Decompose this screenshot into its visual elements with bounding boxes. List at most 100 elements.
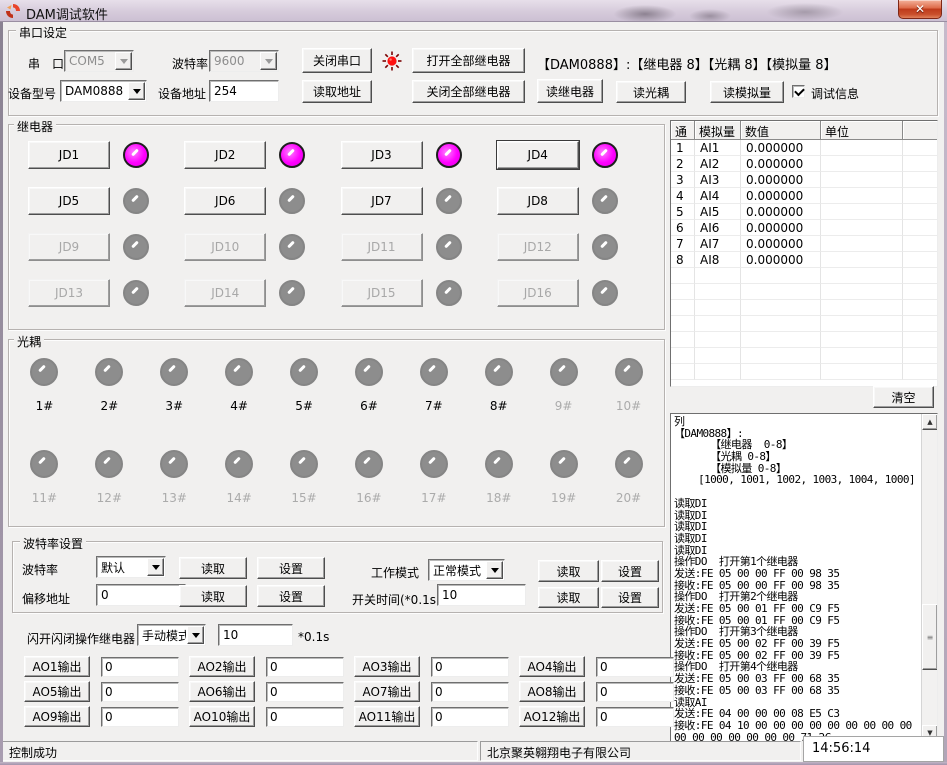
relay-button-jd12[interactable]: JD12 <box>497 233 579 261</box>
relay-button-jd2[interactable]: JD2 <box>184 141 266 169</box>
ao-cell: AO12输出 <box>519 706 674 727</box>
offset-set-button[interactable]: 设置 <box>257 585 325 607</box>
ao-output-button-2[interactable]: AO2输出 <box>189 656 255 677</box>
ao-output-button-12[interactable]: AO12输出 <box>519 706 585 727</box>
ao-output-button-3[interactable]: AO3输出 <box>354 656 420 677</box>
relay-button-jd13[interactable]: JD13 <box>28 279 110 307</box>
baud-value: 9600 <box>210 54 259 68</box>
read-analog-button[interactable]: 读模拟量 <box>710 81 784 103</box>
table-cell <box>695 268 741 284</box>
relay-button-jd15[interactable]: JD15 <box>341 279 423 307</box>
ao-output-input-1[interactable] <box>101 657 179 677</box>
ao-output-button-4[interactable]: AO4输出 <box>519 656 585 677</box>
read-address-button[interactable]: 读取地址 <box>302 80 372 103</box>
table-row: 6AI60.000000 <box>671 220 937 236</box>
relay-button-jd8[interactable]: JD8 <box>497 187 579 215</box>
relay-button-jd11[interactable]: JD11 <box>341 233 423 261</box>
debug-info-checkbox[interactable] <box>792 85 805 98</box>
relay-button-jd7[interactable]: JD7 <box>341 187 423 215</box>
debug-info-label: 调试信息 <box>811 85 859 102</box>
opto-label: 4# <box>230 399 248 413</box>
log-line: 读取DI <box>674 510 919 522</box>
table-cell <box>741 364 821 380</box>
ao-output-input-5[interactable] <box>101 682 179 702</box>
switch-time-set-button[interactable]: 设置 <box>601 587 659 608</box>
switch-time-input[interactable] <box>437 584 526 606</box>
open-all-relays-button[interactable]: 打开全部继电器 <box>412 48 525 73</box>
relay-button-jd1[interactable]: JD1 <box>28 141 110 169</box>
table-row: 2AI20.000000 <box>671 156 937 172</box>
ao-output-input-9[interactable] <box>101 707 179 727</box>
ao-output-input-10[interactable] <box>266 707 344 727</box>
close-button[interactable]: ✕ <box>898 0 942 19</box>
relay-button-jd14[interactable]: JD14 <box>184 279 266 307</box>
opto-label: 5# <box>295 399 313 413</box>
offset-input[interactable] <box>96 584 186 606</box>
relay-button-jd9[interactable]: JD9 <box>28 233 110 261</box>
ao-output-button-11[interactable]: AO11输出 <box>354 706 420 727</box>
ao-output-input-6[interactable] <box>266 682 344 702</box>
ao-cell: AO1输出 <box>24 656 179 677</box>
work-mode-set-button[interactable]: 设置 <box>601 560 659 582</box>
baud-set-button[interactable]: 设置 <box>257 557 325 579</box>
ao-output-input-2[interactable] <box>266 657 344 677</box>
scrollbar-thumb[interactable]: ≡ <box>922 604 938 670</box>
flash-mode-select[interactable]: 手动模式 <box>137 624 206 646</box>
ao-output-input-7[interactable] <box>431 682 509 702</box>
table-cell <box>821 316 903 332</box>
device-address-input[interactable] <box>209 80 279 102</box>
relay-led-off <box>279 234 305 260</box>
read-opto-button[interactable]: 读光耦 <box>616 81 686 103</box>
relay-button-jd4[interactable]: JD4 <box>497 141 579 169</box>
opto-led <box>420 358 448 386</box>
table-cell: 3 <box>671 172 695 188</box>
relay-cell: JD5 <box>28 187 184 215</box>
analog-col-header[interactable]: 模拟量 <box>695 121 741 140</box>
baud-setting-select[interactable]: 默认 <box>96 556 166 578</box>
close-port-button[interactable]: 关闭串口 <box>302 48 372 73</box>
ao-output-button-8[interactable]: AO8输出 <box>519 681 585 702</box>
table-row-empty <box>671 284 937 300</box>
read-relays-button[interactable]: 读继电器 <box>537 79 603 103</box>
analog-col-header[interactable] <box>903 121 938 140</box>
ao-output-button-10[interactable]: AO10输出 <box>189 706 255 727</box>
offset-read-button[interactable]: 读取 <box>179 585 247 607</box>
table-row-empty <box>671 268 937 284</box>
relay-button-jd5[interactable]: JD5 <box>28 187 110 215</box>
analog-col-header[interactable]: 通 <box>671 121 695 140</box>
table-cell <box>821 172 903 188</box>
table-cell <box>821 236 903 252</box>
close-all-relays-button[interactable]: 关闭全部继电器 <box>412 80 525 103</box>
ao-output-input-11[interactable] <box>431 707 509 727</box>
ao-output-button-9[interactable]: AO9输出 <box>24 706 90 727</box>
relay-button-jd6[interactable]: JD6 <box>184 187 266 215</box>
analog-col-header[interactable]: 数值 <box>741 121 821 140</box>
ao-output-button-1[interactable]: AO1输出 <box>24 656 90 677</box>
ao-output-button-7[interactable]: AO7输出 <box>354 681 420 702</box>
relay-button-jd10[interactable]: JD10 <box>184 233 266 261</box>
work-mode-select[interactable]: 正常模式 <box>428 559 505 581</box>
opto-label: 7# <box>425 399 443 413</box>
ao-output-button-6[interactable]: AO6输出 <box>189 681 255 702</box>
relay-button-jd3[interactable]: JD3 <box>341 141 423 169</box>
table-cell <box>741 284 821 300</box>
relay-button-jd16[interactable]: JD16 <box>497 279 579 307</box>
scroll-up-icon[interactable]: ▲ <box>922 414 938 430</box>
log-line: 发送:FE 05 00 00 FF 00 98 35 <box>674 568 919 580</box>
ao-output-input-4[interactable] <box>596 657 674 677</box>
flash-time-input[interactable] <box>218 624 293 646</box>
analog-col-header[interactable]: 单位 <box>821 121 903 140</box>
log-scrollbar[interactable]: ▲ ≡ ▼ <box>921 414 937 741</box>
ao-output-input-8[interactable] <box>596 682 674 702</box>
clear-log-button[interactable]: 清空 <box>873 386 934 408</box>
baud-setting-label: 波特率 <box>22 561 58 578</box>
switch-time-read-button[interactable]: 读取 <box>538 587 599 608</box>
work-mode-read-button[interactable]: 读取 <box>538 560 599 582</box>
model-select[interactable]: DAM0888 <box>60 80 147 102</box>
baud-read-button[interactable]: 读取 <box>179 557 247 579</box>
ao-output-input-3[interactable] <box>431 657 509 677</box>
relay-led-on <box>279 142 305 168</box>
ao-output-button-5[interactable]: AO5输出 <box>24 681 90 702</box>
baud-select: 9600 <box>209 50 279 72</box>
ao-output-input-12[interactable] <box>596 707 674 727</box>
